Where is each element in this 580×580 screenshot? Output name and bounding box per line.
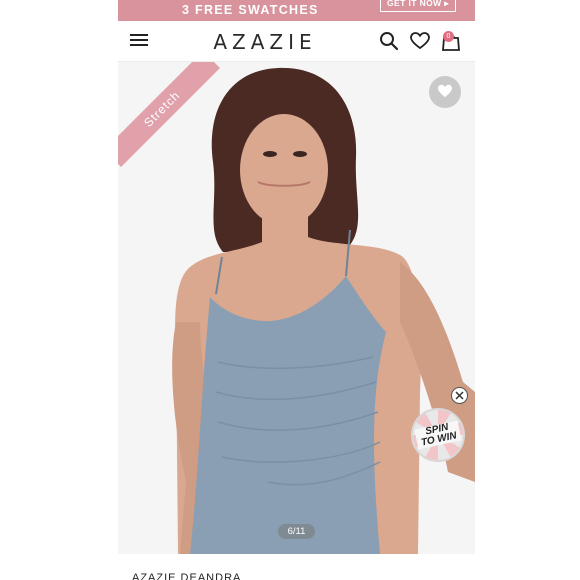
get-it-now-button[interactable]: GET IT NOW ▸ xyxy=(380,0,456,12)
search-icon[interactable] xyxy=(379,31,399,51)
heart-icon xyxy=(438,84,452,98)
site-header: AZAZIE 0 xyxy=(118,21,475,62)
promo-text: 3 FREE SWATCHES xyxy=(182,3,319,17)
close-icon xyxy=(455,391,464,400)
heart-icon[interactable] xyxy=(410,32,430,50)
product-image[interactable]: Stretch SPIN TO WIN 6/11 xyxy=(118,62,475,554)
model-photo xyxy=(118,62,475,554)
image-counter: 6/11 xyxy=(278,524,315,539)
azazie-logo[interactable]: AZAZIE xyxy=(200,30,330,54)
spin-to-win-label: SPIN TO WIN xyxy=(414,420,462,450)
wishlist-button[interactable] xyxy=(429,76,461,108)
product-name: AZAZIE DEANDRA xyxy=(132,572,242,580)
promo-banner[interactable]: 3 FREE SWATCHES GET IT NOW ▸ xyxy=(118,0,475,21)
cart-count-badge: 0 xyxy=(443,31,454,42)
menu-icon[interactable] xyxy=(130,34,148,47)
phone-frame: 3 FREE SWATCHES GET IT NOW ▸ AZAZIE 0 St… xyxy=(118,0,475,580)
spin-to-win-button[interactable]: SPIN TO WIN xyxy=(411,408,465,462)
close-button[interactable] xyxy=(451,387,468,404)
